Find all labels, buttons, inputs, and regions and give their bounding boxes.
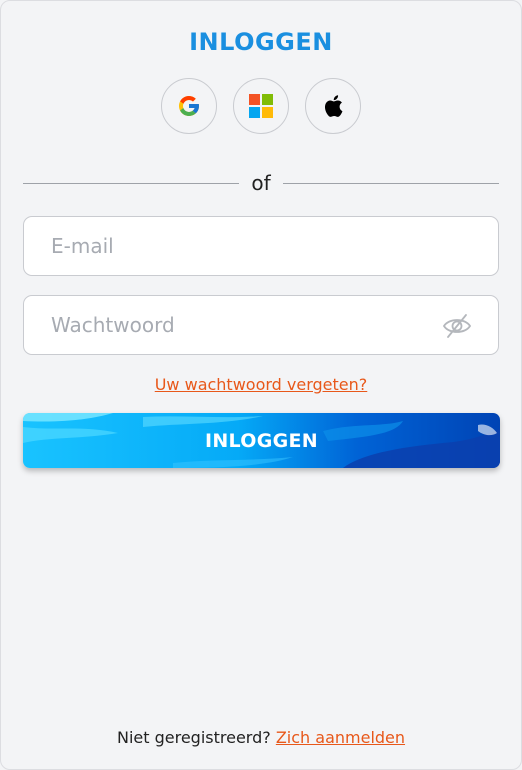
microsoft-icon xyxy=(249,94,273,118)
login-panel: INLOGGEN of E-mail Uw wachtwoord vergete… xyxy=(0,0,522,770)
register-link[interactable]: Zich aanmelden xyxy=(276,728,405,747)
divider-line-left xyxy=(23,182,240,184)
email-field-wrapper xyxy=(23,216,499,276)
divider-text: of xyxy=(251,171,271,195)
social-login-group xyxy=(1,78,521,134)
eye-slash-icon[interactable] xyxy=(442,312,472,340)
microsoft-login-button[interactable] xyxy=(233,78,289,134)
google-login-button[interactable] xyxy=(161,78,217,134)
register-row: Niet geregistreerd? Zich aanmelden xyxy=(1,728,521,747)
forgot-password-link[interactable]: Uw wachtwoord vergeten? xyxy=(155,375,368,394)
divider-line-right xyxy=(282,182,499,184)
page-title: INLOGGEN xyxy=(189,28,333,56)
login-button-label: INLOGGEN xyxy=(204,429,319,452)
or-divider: of xyxy=(23,171,499,195)
password-field[interactable] xyxy=(24,296,498,354)
login-button[interactable]: INLOGGEN xyxy=(23,413,500,468)
google-icon xyxy=(179,96,199,116)
password-field-wrapper xyxy=(23,295,499,355)
apple-icon xyxy=(324,95,343,117)
forgot-password-row: Uw wachtwoord vergeten? xyxy=(1,375,521,394)
register-prompt: Niet geregistreerd? xyxy=(116,728,271,747)
apple-login-button[interactable] xyxy=(305,78,361,134)
email-field[interactable] xyxy=(24,217,498,275)
